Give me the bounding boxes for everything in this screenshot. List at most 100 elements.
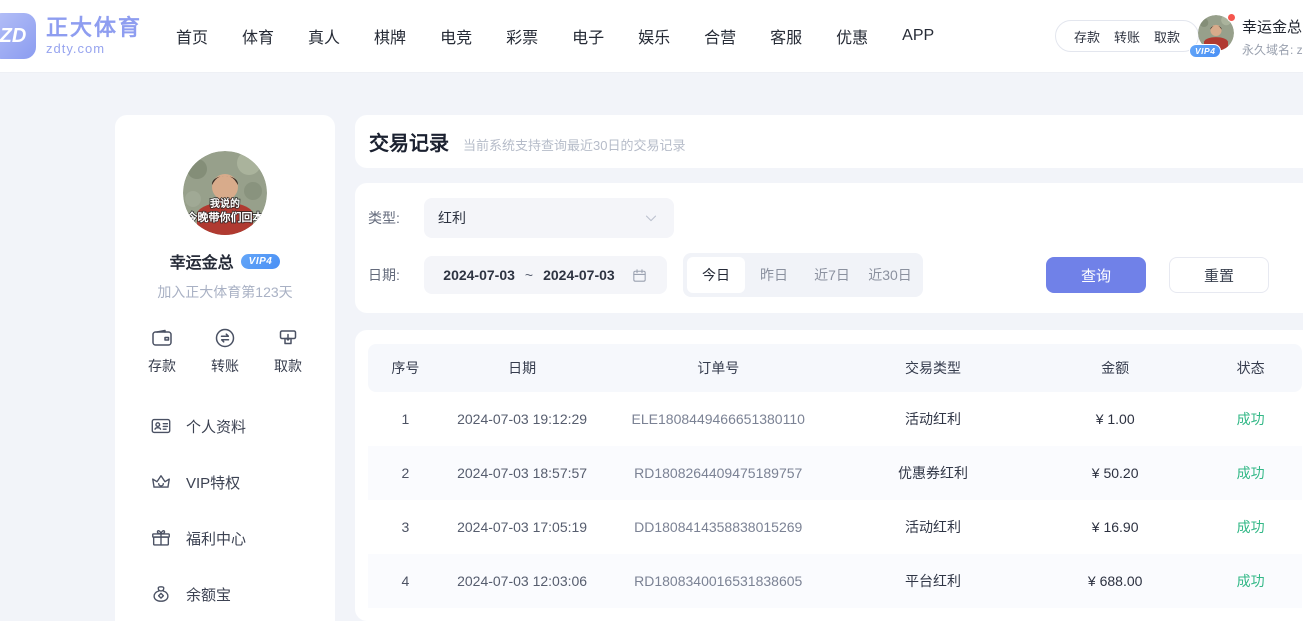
wallet-action-transfer[interactable]: 转账 [1114, 27, 1140, 46]
page-header-card: 交易记录 当前系统支持查询最近30日的交易记录 [355, 115, 1303, 168]
type-select-value: 红利 [438, 208, 466, 228]
cell-date: 2024-07-03 12:03:06 [443, 554, 602, 608]
user-chip[interactable]: VIP4 幸运金总 永久域名: zd [1198, 15, 1303, 58]
deposit-icon [150, 326, 174, 350]
wallet-action-deposit[interactable]: 存款 [1074, 27, 1100, 46]
brand-logo-text: ZD [0, 25, 26, 48]
search-button[interactable]: 查询 [1046, 257, 1146, 293]
coin-pouch-icon [150, 583, 172, 605]
nav-item-4[interactable]: 电竞 [440, 24, 472, 48]
brand-name: 正大体育 [46, 16, 142, 40]
quick-action-label: 转账 [211, 356, 239, 376]
cell-status: 成功 [1199, 554, 1302, 608]
column-header: 日期 [443, 344, 602, 392]
chevron-down-icon [642, 209, 660, 227]
date-start: 2024-07-03 [443, 267, 515, 283]
transfer-icon [213, 326, 237, 350]
cell-index: 3 [368, 500, 443, 554]
profile-avatar-image: 我说的 今晚带你们回本 [183, 151, 267, 235]
nav-item-5[interactable]: 彩票 [506, 24, 538, 48]
profile-avatar[interactable]: 我说的 今晚带你们回本 [183, 151, 267, 235]
cell-order_no: RD1808340016531838605 [601, 554, 835, 608]
date-range-presets: 今日昨日近7日近30日 [683, 253, 923, 297]
topbar: ZD 正大体育 zdty.com 首页 体育 真人 棋牌 电竞 彩票 电子 娱乐 合营 客服 优惠 A… [0, 0, 1303, 72]
cell-type: 活动红利 [835, 392, 1031, 446]
quick-action-deposit[interactable]: 存款 [148, 326, 176, 376]
nav-item-6[interactable]: 电子 [572, 24, 604, 48]
date-range-input[interactable]: 2024-07-03 ~ 2024-07-03 [424, 256, 667, 294]
quick-action-transfer[interactable]: 转账 [211, 326, 239, 376]
user-avatar: VIP4 [1198, 15, 1234, 51]
cell-date: 2024-07-03 19:12:29 [443, 392, 602, 446]
table-header: 序号日期订单号交易类型金额状态 [368, 344, 1302, 392]
type-select[interactable]: 红利 [424, 198, 674, 238]
nav-item-11[interactable]: APP [902, 27, 934, 45]
table-header-row: 序号日期订单号交易类型金额状态 [368, 344, 1302, 392]
vip-badge: VIP4 [1189, 44, 1221, 58]
menu-item-vip[interactable]: VIP特权 [115, 454, 335, 510]
main-nav: 首页 体育 真人 棋牌 电竞 彩票 电子 娱乐 合营 客服 优惠 APP [176, 0, 934, 72]
menu-item-profile[interactable]: 个人资料 [115, 398, 335, 454]
nav-item-8[interactable]: 合营 [704, 24, 736, 48]
quick-action-withdraw[interactable]: 取款 [274, 326, 302, 376]
date-preset-0[interactable]: 今日 [687, 257, 745, 293]
menu-item-yuebao[interactable]: 余额宝 [115, 566, 335, 621]
brand-logo[interactable]: ZD 正大体育 zdty.com [0, 13, 142, 59]
menu-item-label: VIP特权 [186, 472, 240, 493]
cell-amount: ¥ 688.00 [1031, 554, 1199, 608]
date-preset-1[interactable]: 昨日 [745, 257, 803, 293]
permanent-domain: 永久域名: zd [1242, 41, 1303, 58]
cell-date: 2024-07-03 17:05:19 [443, 500, 602, 554]
page-title: 交易记录 [369, 127, 449, 156]
cell-status: 成功 [1199, 392, 1302, 446]
cell-index: 1 [368, 392, 443, 446]
transactions-table-card: 序号日期订单号交易类型金额状态 12024-07-03 19:12:29ELE1… [355, 330, 1303, 621]
column-header: 序号 [368, 344, 443, 392]
cell-amount: ¥ 50.20 [1031, 446, 1199, 500]
wallet-actions-pill: 存款转账取款 [1055, 20, 1199, 52]
brand-domain: zdty.com [46, 41, 142, 56]
type-filter-row: 类型: 红利 [368, 198, 674, 238]
cell-amount: ¥ 16.90 [1031, 500, 1199, 554]
withdraw-icon [276, 326, 300, 350]
table-body: 12024-07-03 19:12:29ELE18084494666513801… [368, 392, 1302, 608]
filter-card: 类型: 红利 日期: 2024-07-03 ~ 2024-07-03 今日昨日近… [355, 183, 1303, 313]
table-row: 22024-07-03 18:57:57RD180826440947518975… [368, 446, 1302, 500]
date-preset-3[interactable]: 近30日 [861, 257, 919, 293]
cell-order_no: ELE1808449466651380110 [601, 392, 835, 446]
date-preset-2[interactable]: 近7日 [803, 257, 861, 293]
date-separator: ~ [525, 267, 533, 283]
vip-badge: VIP4 [241, 254, 281, 269]
nav-item-3[interactable]: 棋牌 [374, 24, 406, 48]
calendar-icon [631, 267, 648, 284]
nav-item-7[interactable]: 娱乐 [638, 24, 670, 48]
type-label: 类型: [368, 208, 412, 228]
reset-button[interactable]: 重置 [1169, 257, 1269, 293]
nav-item-2[interactable]: 真人 [308, 24, 340, 48]
cell-type: 优惠券红利 [835, 446, 1031, 500]
column-header: 状态 [1199, 344, 1302, 392]
date-filter-row: 日期: 2024-07-03 ~ 2024-07-03 今日昨日近7日近30日 … [368, 253, 1302, 297]
column-header: 交易类型 [835, 344, 1031, 392]
nav-item-9[interactable]: 客服 [770, 24, 802, 48]
quick-action-label: 取款 [274, 356, 302, 376]
notification-dot-icon [1227, 13, 1236, 22]
quick-actions: 存款 转账 取款 [115, 326, 335, 376]
username: 幸运金总 [1242, 16, 1303, 37]
table-row: 12024-07-03 19:12:29ELE18084494666513801… [368, 392, 1302, 446]
nav-item-0[interactable]: 首页 [176, 24, 208, 48]
cell-amount: ¥ 1.00 [1031, 392, 1199, 446]
menu-item-label: 余额宝 [186, 584, 231, 605]
crown-icon [150, 471, 172, 493]
column-header: 订单号 [601, 344, 835, 392]
cell-index: 2 [368, 446, 443, 500]
quick-action-label: 存款 [148, 356, 176, 376]
sidebar: 我说的 今晚带你们回本 幸运金总 VIP4 加入正大体育第123天 存款转账取款… [115, 115, 335, 621]
gift-icon [150, 527, 172, 549]
wallet-action-withdraw[interactable]: 取款 [1154, 27, 1180, 46]
cell-index: 4 [368, 554, 443, 608]
nav-item-1[interactable]: 体育 [242, 24, 274, 48]
nav-item-10[interactable]: 优惠 [836, 24, 868, 48]
cell-order_no: RD1808264409475189757 [601, 446, 835, 500]
menu-item-welfare[interactable]: 福利中心 [115, 510, 335, 566]
